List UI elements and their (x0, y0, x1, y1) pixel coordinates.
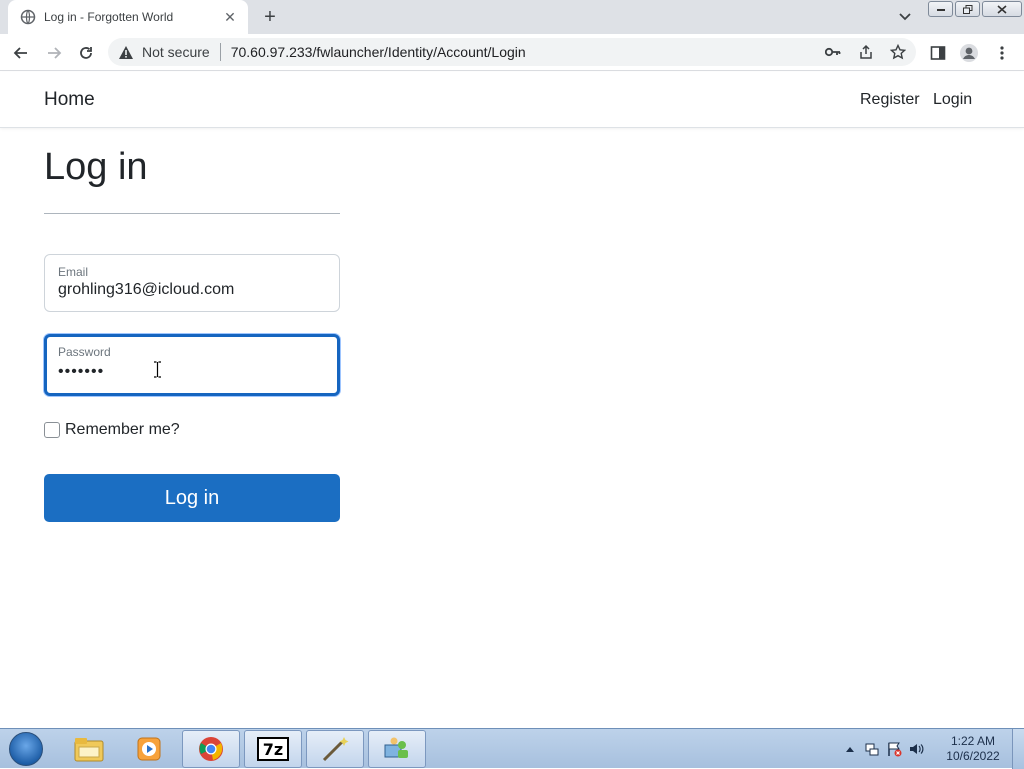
home-link[interactable]: Home (44, 89, 95, 111)
divider (44, 213, 340, 214)
chrome-icon[interactable] (182, 730, 240, 768)
taskbar-clock[interactable]: 1:22 AM 10/6/2022 (940, 734, 1006, 764)
more-menu-icon[interactable] (991, 42, 1013, 64)
address-bar[interactable]: Not secure 70.60.97.233/fwlauncher/Ident… (108, 38, 916, 66)
url-text[interactable]: 70.60.97.233/fwlauncher/Identity/Account… (231, 44, 526, 60)
forward-arrow-icon[interactable] (43, 42, 65, 64)
register-link[interactable]: Register (860, 91, 920, 109)
remember-checkbox[interactable] (44, 422, 60, 438)
new-tab-button[interactable]: + (258, 6, 282, 28)
key-icon[interactable] (825, 44, 841, 60)
globe-icon (20, 9, 36, 25)
restore-button[interactable] (955, 1, 980, 17)
action-center-flag-icon[interactable] (886, 741, 902, 757)
explorer-icon[interactable] (60, 730, 118, 768)
minimize-button[interactable] (928, 1, 953, 17)
remember-label[interactable]: Remember me? (65, 421, 180, 439)
media-player-icon[interactable] (120, 730, 178, 768)
start-button[interactable] (4, 730, 48, 768)
warning-icon[interactable] (118, 44, 134, 60)
chevron-down-icon[interactable] (896, 8, 914, 26)
bookmark-star-icon[interactable] (890, 44, 906, 60)
profile-avatar-icon[interactable] (958, 42, 980, 64)
password-value[interactable]: ••••••• (58, 363, 326, 381)
text-cursor-icon (153, 361, 162, 378)
network-icon[interactable] (864, 741, 880, 757)
tab-title: Log in - Forgotten World (44, 10, 174, 24)
wand-icon[interactable] (306, 730, 364, 768)
share-icon[interactable] (858, 44, 874, 60)
browser-toolbar: Not secure 70.60.97.233/fwlauncher/Ident… (0, 34, 1024, 71)
password-label: Password (58, 345, 111, 359)
email-label: Email (58, 265, 89, 279)
show-desktop-button[interactable] (1012, 729, 1024, 769)
login-button[interactable]: Log in (44, 474, 340, 522)
login-link[interactable]: Login (933, 91, 972, 109)
windows-taskbar: 7z 1:22 AM 10/6/2022 (0, 728, 1024, 769)
svg-text:7z: 7z (263, 740, 283, 759)
remember-me[interactable]: Remember me? (44, 421, 180, 439)
browser-tab[interactable]: Log in - Forgotten World ✕ (8, 0, 248, 34)
reload-icon[interactable] (75, 42, 97, 64)
window-controls (928, 1, 1022, 17)
network-users-icon[interactable] (368, 730, 426, 768)
volume-icon[interactable] (908, 741, 924, 757)
password-field[interactable]: Password ••••••• (44, 334, 340, 396)
tray-expand-icon[interactable] (842, 741, 858, 757)
email-value[interactable]: grohling316@icloud.com (58, 281, 326, 299)
email-field[interactable]: Email grohling316@icloud.com (44, 254, 340, 312)
system-tray (842, 729, 924, 769)
browser-tab-strip: Log in - Forgotten World ✕ + (0, 0, 1024, 34)
clock-time: 1:22 AM (950, 734, 996, 748)
page-title: Log in (44, 146, 148, 188)
back-arrow-icon[interactable] (10, 42, 32, 64)
security-label[interactable]: Not secure (142, 44, 210, 60)
windows-logo-icon (9, 732, 43, 766)
close-tab-icon[interactable]: ✕ (222, 9, 238, 25)
7zip-icon[interactable]: 7z (244, 730, 302, 768)
close-window-button[interactable] (982, 1, 1022, 17)
site-navbar: Home Register Login (0, 72, 1024, 128)
clock-date: 10/6/2022 (946, 749, 1000, 763)
side-panel-icon[interactable] (927, 42, 949, 64)
omnibox-divider (219, 43, 221, 61)
